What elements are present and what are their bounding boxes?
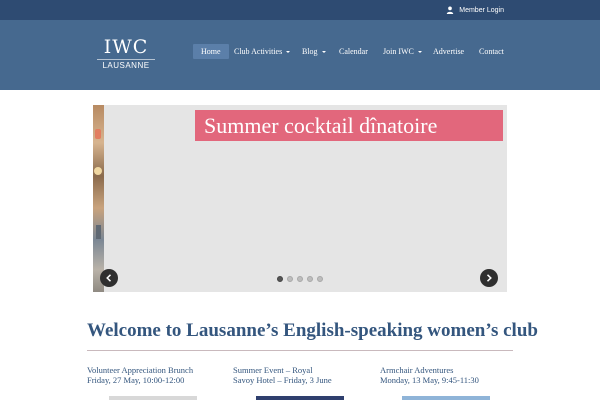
event-title: Summer Event – Royal (233, 365, 313, 375)
event-title: Armchair Adventures (380, 365, 454, 375)
chevron-right-icon (486, 274, 492, 282)
slider-dot-5[interactable] (317, 276, 323, 282)
nav-label-club-activities: Club Activities (234, 47, 283, 56)
event-thumbnail[interactable] (256, 396, 344, 400)
chevron-down-icon (417, 51, 422, 54)
chevron-left-icon (106, 274, 112, 282)
nav-label-advertise: Advertise (433, 47, 465, 56)
slider-dot-1[interactable] (277, 276, 283, 282)
event-item[interactable]: Volunteer Appreciation Brunch Friday, 27… (87, 365, 193, 385)
site-logo[interactable]: IWC LAUSANNE (93, 37, 159, 75)
chevron-down-icon (321, 51, 326, 54)
slider-dot-2[interactable] (287, 276, 293, 282)
nav-item-home[interactable]: Home (193, 44, 229, 59)
event-date: Monday, 13 May, 9:45-11:30 (380, 375, 479, 385)
welcome-heading: Welcome to Lausanne’s English-speaking w… (87, 320, 538, 341)
logo-main-text: IWC (103, 36, 149, 58)
nav-label-blog: Blog (302, 47, 318, 56)
nav-item-contact[interactable]: Contact (479, 44, 504, 59)
nav-item-advertise[interactable]: Advertise (433, 44, 464, 59)
logo-sub-text: LAUSANNE (97, 59, 155, 72)
member-login-link[interactable]: Member Login (446, 0, 504, 20)
event-date: Savoy Hotel – Friday, 3 June (233, 375, 332, 385)
slider-prev-button[interactable] (100, 269, 118, 287)
site-header: IWC LAUSANNE (0, 20, 600, 90)
chevron-down-icon (286, 51, 291, 54)
nav-item-club-activities[interactable]: Club Activities (234, 44, 291, 59)
slider-pager (277, 276, 323, 282)
member-login-label: Member Login (459, 6, 504, 14)
nav-item-calendar[interactable]: Calendar (339, 44, 368, 59)
event-item[interactable]: Summer Event – Royal Savoy Hotel – Frida… (233, 365, 332, 385)
top-bar: Member Login (0, 0, 600, 20)
nav-label-contact: Contact (479, 47, 504, 56)
nav-label-calendar: Calendar (339, 47, 368, 56)
event-thumbnail[interactable] (109, 396, 197, 400)
hero-slider: Summer cocktail dînatoire (93, 105, 507, 292)
nav-label-home: Home (201, 47, 221, 56)
slider-dot-4[interactable] (307, 276, 313, 282)
slider-next-button[interactable] (480, 269, 498, 287)
event-date: Friday, 27 May, 10:00-12:00 (87, 375, 185, 385)
slider-dot-3[interactable] (297, 276, 303, 282)
section-divider (87, 350, 513, 351)
nav-item-join-iwc[interactable]: Join IWC (383, 44, 422, 59)
nav-item-blog[interactable]: Blog (302, 44, 326, 59)
nav-label-join-iwc: Join IWC (383, 47, 414, 56)
slide-image-strip (93, 105, 104, 292)
slide-caption-banner: Summer cocktail dînatoire (195, 110, 503, 141)
event-thumbnail[interactable] (402, 396, 490, 400)
event-item[interactable]: Armchair Adventures Monday, 13 May, 9:45… (380, 365, 479, 385)
user-icon (447, 6, 454, 14)
event-title: Volunteer Appreciation Brunch (87, 365, 194, 375)
